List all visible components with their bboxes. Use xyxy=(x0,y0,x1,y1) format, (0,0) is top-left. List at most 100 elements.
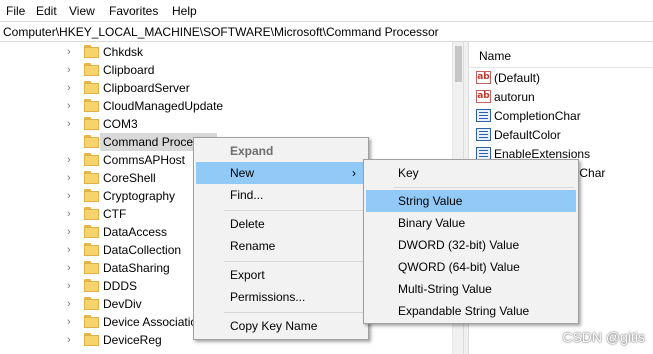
chevron-right-icon[interactable]: › xyxy=(67,82,77,94)
value-row[interactable]: CompletionChar xyxy=(469,106,653,125)
column-header-label: Name xyxy=(479,49,512,63)
folder-icon xyxy=(84,99,99,112)
chevron-right-icon[interactable]: › xyxy=(67,64,77,76)
folder-icon xyxy=(84,153,99,166)
chevron-right-icon[interactable]: › xyxy=(67,172,77,184)
menu-item-rename[interactable]: Rename xyxy=(196,235,366,257)
menu-item-find[interactable]: Find... xyxy=(196,184,366,206)
chevron-right-icon[interactable]: › xyxy=(67,244,77,256)
submenu-item-multi-string-value[interactable]: Multi-String Value xyxy=(366,278,576,300)
menu-item-label: Binary Value xyxy=(398,216,466,230)
menu-item-label: Delete xyxy=(230,217,265,231)
scrollbar-thumb[interactable] xyxy=(455,46,462,82)
menu-item-label: Key xyxy=(398,166,419,180)
value-name: autorun xyxy=(494,90,535,104)
watermark: CSDN @gitis xyxy=(562,329,645,345)
string-value-icon: ab xyxy=(476,71,491,84)
folder-icon xyxy=(84,45,99,58)
binary-value-icon xyxy=(476,128,491,141)
chevron-right-icon[interactable]: › xyxy=(67,100,77,112)
tree-item-label: DataAccess xyxy=(103,225,168,239)
tree-item-label: Clipboard xyxy=(103,63,155,77)
menu-item-label: Export xyxy=(230,268,265,282)
menu-item-label: New xyxy=(230,166,255,180)
menu-separator xyxy=(224,312,364,313)
menu-separator xyxy=(224,210,364,211)
address-path[interactable]: Computer\HKEY_LOCAL_MACHINE\SOFTWARE\Mic… xyxy=(3,25,439,39)
chevron-right-icon[interactable]: › xyxy=(67,226,77,238)
tree-item-label: COM3 xyxy=(103,117,138,131)
chevron-right-icon[interactable]: › xyxy=(67,280,77,292)
folder-icon xyxy=(84,243,99,256)
menu-favorites[interactable]: Favorites xyxy=(109,4,158,18)
tree-item[interactable]: › CloudManagedUpdate xyxy=(0,97,463,115)
chevron-right-icon[interactable]: › xyxy=(67,154,77,166)
chevron-right-icon[interactable]: › xyxy=(67,262,77,274)
menu-item-label: String Value xyxy=(398,194,463,208)
chevron-right-icon[interactable]: › xyxy=(67,334,77,346)
value-row[interactable]: DefaultColor xyxy=(469,125,653,144)
tree-item-label: DataSharing xyxy=(103,261,170,275)
submenu-item-key[interactable]: Key xyxy=(366,162,576,184)
submenu-item-binary-value[interactable]: Binary Value xyxy=(366,212,576,234)
folder-icon xyxy=(84,81,99,94)
chevron-right-icon[interactable]: › xyxy=(67,316,77,328)
menu-item-new[interactable]: New › xyxy=(196,162,366,184)
folder-icon xyxy=(84,261,99,274)
menu-item-label: Copy Key Name xyxy=(230,319,318,333)
chevron-right-icon[interactable]: › xyxy=(67,190,77,202)
folder-icon xyxy=(84,225,99,238)
menu-help[interactable]: Help xyxy=(172,4,197,18)
tree-item[interactable]: › COM3 xyxy=(0,115,463,133)
menu-item-delete[interactable]: Delete xyxy=(196,213,366,235)
tree-item-label: DeviceReg xyxy=(103,333,162,347)
value-name: CompletionChar xyxy=(494,109,581,123)
menu-item-label: Find... xyxy=(230,188,264,202)
submenu-item-qword-value[interactable]: QWORD (64-bit) Value xyxy=(366,256,576,278)
menu-item-label: Rename xyxy=(230,239,276,253)
tree-item-label: Cryptography xyxy=(103,189,176,203)
string-value-icon: ab xyxy=(476,90,491,103)
menu-item-expand[interactable]: Expand xyxy=(196,140,366,162)
tree-item[interactable]: › Chkdsk xyxy=(0,43,463,61)
menu-item-permissions[interactable]: Permissions... xyxy=(196,286,366,308)
tree-item-label: Command Processor xyxy=(103,135,193,149)
menu-item-label: Permissions... xyxy=(230,290,306,304)
chevron-right-icon[interactable]: › xyxy=(67,46,77,58)
menu-item-label: Expand xyxy=(230,144,274,158)
folder-icon xyxy=(84,279,99,292)
chevron-right-icon[interactable]: › xyxy=(67,298,77,310)
menu-separator xyxy=(224,261,364,262)
address-bar[interactable]: Computer\HKEY_LOCAL_MACHINE\SOFTWARE\Mic… xyxy=(0,21,653,42)
tree-item-label: Device Association xyxy=(103,315,204,329)
tree-item-label: DDDS xyxy=(103,279,138,293)
menu-item-label: QWORD (64-bit) Value xyxy=(398,260,520,274)
value-row[interactable]: ab (Default) xyxy=(469,68,653,87)
tree-item-label: CloudManagedUpdate xyxy=(103,99,224,113)
submenu-item-string-value[interactable]: String Value xyxy=(366,190,576,212)
tree-item[interactable]: › ClipboardServer xyxy=(0,79,463,97)
chevron-right-icon[interactable]: › xyxy=(67,208,77,220)
menu-edit[interactable]: Edit xyxy=(36,4,57,18)
menu-view[interactable]: View xyxy=(69,4,95,18)
menu-bar: File Edit View Favorites Help xyxy=(0,0,653,21)
value-row[interactable]: ab autorun xyxy=(469,87,653,106)
value-name: DefaultColor xyxy=(494,128,561,142)
column-header-name[interactable]: Name xyxy=(469,42,653,68)
chevron-right-icon[interactable]: › xyxy=(67,118,77,130)
folder-icon xyxy=(84,207,99,220)
new-submenu: Key String Value Binary Value DWORD (32-… xyxy=(363,159,579,324)
menu-item-export[interactable]: Export xyxy=(196,264,366,286)
tree-item-label: Chkdsk xyxy=(103,45,144,59)
folder-icon xyxy=(84,135,99,148)
tree-item-label: CTF xyxy=(103,207,127,221)
menu-separator xyxy=(394,187,574,188)
menu-item-copy-key-name[interactable]: Copy Key Name xyxy=(196,315,366,337)
value-name: (Default) xyxy=(494,71,541,85)
submenu-item-dword-value[interactable]: DWORD (32-bit) Value xyxy=(366,234,576,256)
tree-item[interactable]: › Clipboard xyxy=(0,61,463,79)
folder-icon xyxy=(84,171,99,184)
tree-item-label: DataCollection xyxy=(103,243,182,257)
menu-file[interactable]: File xyxy=(6,4,25,18)
submenu-item-expandable-string-value[interactable]: Expandable String Value xyxy=(366,300,576,322)
